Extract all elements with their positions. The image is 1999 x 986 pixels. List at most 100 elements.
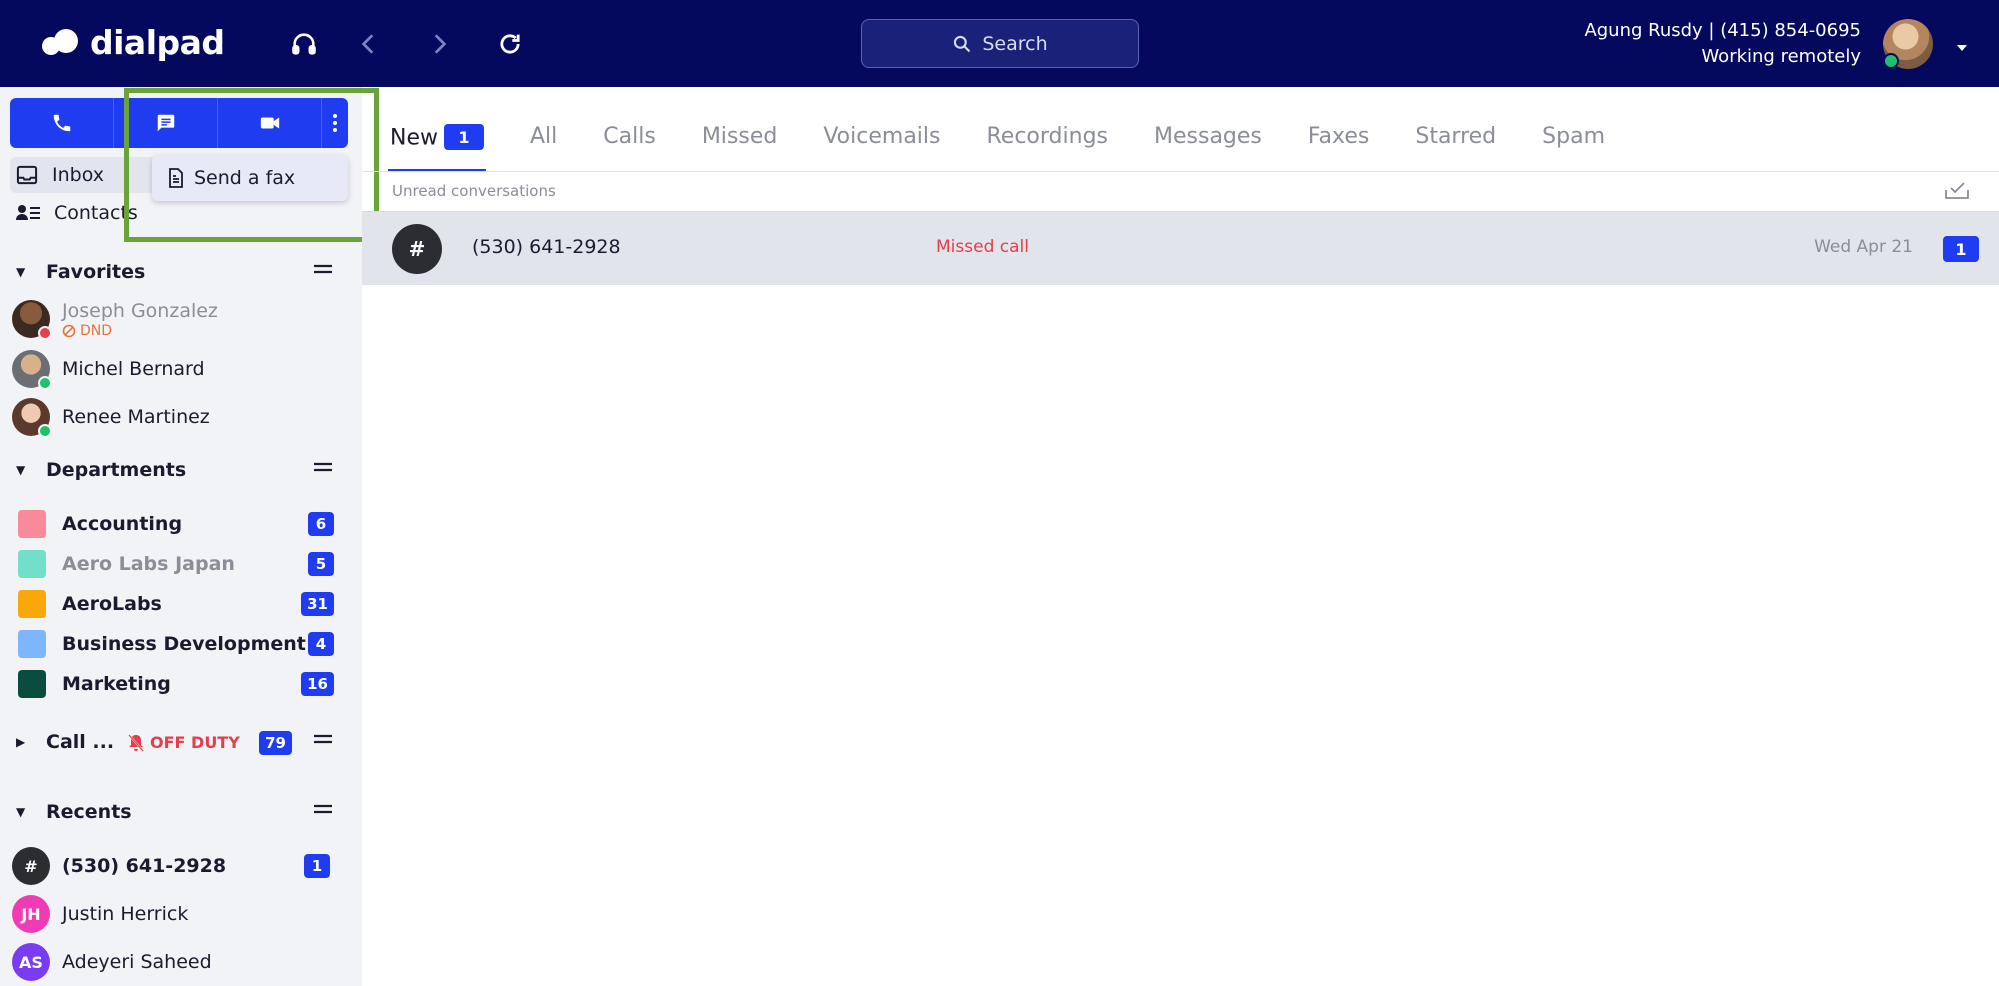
caret-down-icon: ▼ (16, 463, 26, 477)
headset-icon[interactable] (285, 25, 323, 63)
user-avatar[interactable] (1883, 19, 1933, 69)
refresh-icon[interactable] (491, 25, 529, 63)
reorder-icon[interactable] (314, 803, 332, 815)
unread-count-badge: 1 (304, 854, 330, 878)
department-color-swatch (18, 590, 46, 618)
tab-calls[interactable]: Calls (603, 108, 656, 172)
off-duty-label: OFF DUTY (150, 733, 240, 752)
user-status-text: Working remotely (1701, 46, 1861, 67)
call-center-header[interactable]: ▶ Call ... OFF DUTY 79 (16, 727, 332, 757)
unread-count-badge: 31 (301, 592, 334, 616)
department-color-swatch (18, 630, 46, 658)
contacts-icon (16, 205, 40, 220)
do-not-disturb-icon (62, 324, 76, 337)
unread-conversations-label: Unread conversations (392, 182, 556, 200)
unread-count-badge: 16 (301, 672, 334, 696)
tab-new-label: New (390, 125, 438, 151)
reorder-icon[interactable] (314, 733, 332, 745)
departments-header[interactable]: ▼ Departments (16, 455, 332, 485)
caret-down-icon: ▼ (16, 805, 26, 819)
reorder-icon[interactable] (314, 263, 332, 275)
back-arrow-icon[interactable] (350, 25, 388, 63)
avatar (12, 398, 52, 438)
call-center-title: Call ... (46, 731, 115, 753)
unread-count-badge: 6 (308, 512, 334, 536)
conversation-date: Wed Apr 21 (1814, 237, 1913, 257)
department-marketing[interactable]: Marketing 16 (18, 668, 334, 700)
dnd-label: DND (80, 322, 113, 339)
forward-arrow-icon[interactable] (420, 25, 458, 63)
unread-count-badge: 5 (308, 552, 334, 576)
online-status-dot (38, 376, 52, 390)
online-status-dot (38, 424, 52, 438)
avatar: # (12, 847, 50, 885)
recent-item[interactable]: # (530) 641-2928 1 (12, 844, 342, 888)
unread-count-badge: 4 (308, 632, 334, 656)
tab-messages[interactable]: Messages (1154, 108, 1262, 172)
department-color-swatch (18, 550, 46, 578)
dnd-status-dot (38, 326, 52, 340)
inbox-icon (16, 165, 38, 185)
tab-faxes[interactable]: Faxes (1308, 108, 1369, 172)
favorites-title: Favorites (46, 261, 146, 283)
search-box[interactable]: Search (861, 19, 1139, 68)
contact-name: Renee Martinez (62, 406, 210, 428)
tab-new[interactable]: New 1 (388, 108, 486, 172)
favorite-contact-joseph[interactable]: Joseph Gonzalez DND (12, 297, 342, 341)
top-bar: dialpad Search Agung Rusdy | (415) 854-0… (0, 0, 1999, 87)
dialpad-logo[interactable]: dialpad (42, 22, 225, 62)
unread-count-badge: 79 (259, 731, 292, 755)
online-status-dot (1883, 53, 1899, 69)
contact-name: Michel Bernard (62, 358, 205, 380)
recent-item[interactable]: JH Justin Herrick (12, 892, 342, 936)
favorites-header[interactable]: ▼ Favorites (16, 257, 332, 287)
phone-icon (53, 114, 70, 132)
logo-text: dialpad (90, 22, 225, 62)
dialpad-logo-icon (42, 27, 82, 57)
favorite-contact-renee[interactable]: Renee Martinez (12, 395, 342, 439)
tab-spam[interactable]: Spam (1542, 108, 1605, 172)
caret-right-icon: ▶ (16, 735, 26, 749)
tab-starred[interactable]: Starred (1415, 108, 1496, 172)
inbox-tabs: New 1 All Calls Missed Voicemails Recordi… (388, 108, 1651, 172)
department-accounting[interactable]: Accounting 6 (18, 508, 334, 540)
call-button[interactable] (10, 98, 114, 148)
tab-missed[interactable]: Missed (702, 108, 778, 172)
department-name: Accounting (62, 513, 183, 535)
conversation-status: Missed call (936, 237, 1029, 257)
avatar (12, 300, 52, 340)
departments-title: Departments (46, 459, 187, 481)
recent-name: Adeyeri Saheed (62, 951, 212, 973)
chevron-down-icon[interactable] (1955, 38, 1969, 57)
conversation-avatar: # (392, 224, 442, 274)
reorder-icon[interactable] (314, 461, 332, 473)
search-placeholder: Search (982, 32, 1048, 55)
user-info[interactable]: Agung Rusdy | (415) 854-0695 Working rem… (1584, 18, 1861, 70)
highlight-box (124, 88, 379, 242)
department-business-development[interactable]: Business Development 4 (18, 628, 334, 660)
department-name: AeroLabs (62, 593, 162, 615)
nav-inbox-label: Inbox (52, 164, 104, 186)
tab-new-count-badge: 1 (444, 124, 484, 150)
contact-name: Joseph Gonzalez (62, 299, 218, 322)
favorite-contact-michel[interactable]: Michel Bernard (12, 347, 342, 391)
tab-recordings[interactable]: Recordings (987, 108, 1109, 172)
department-color-swatch (18, 670, 46, 698)
caret-down-icon: ▼ (16, 265, 26, 279)
tab-all[interactable]: All (530, 108, 557, 172)
department-aerolabs[interactable]: AeroLabs 31 (18, 588, 334, 620)
recent-name: (530) 641-2928 (62, 855, 227, 877)
department-name: Business Development (62, 633, 306, 655)
department-aero-labs-japan[interactable]: Aero Labs Japan 5 (18, 548, 334, 580)
recent-item[interactable]: AS Adeyeri Saheed (12, 940, 342, 984)
department-name: Marketing (62, 673, 171, 695)
recent-name: Justin Herrick (62, 903, 189, 925)
tab-voicemails[interactable]: Voicemails (823, 108, 940, 172)
conversation-row[interactable]: # (530) 641-2928 Missed call Wed Apr 21 … (362, 211, 1999, 285)
department-name: Aero Labs Japan (62, 553, 235, 575)
conversation-number: (530) 641-2928 (472, 236, 621, 258)
tabs-divider (362, 171, 1999, 172)
mark-all-read-icon[interactable] (1944, 180, 1970, 204)
recents-header[interactable]: ▼ Recents (16, 797, 332, 827)
search-icon (954, 35, 971, 52)
